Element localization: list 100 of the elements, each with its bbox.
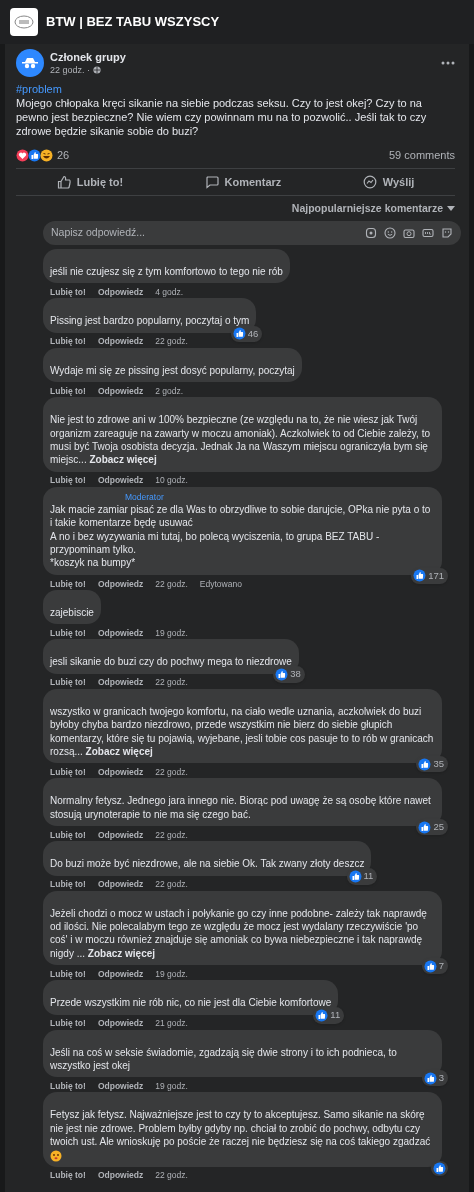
reaction-badge: 11 xyxy=(313,1007,345,1024)
like-link[interactable]: Lubię to! xyxy=(50,676,86,690)
speech-bubble-icon xyxy=(204,175,219,189)
hashtag-link[interactable]: #problem xyxy=(16,82,455,96)
comment-text: Jeśli na coś w seksie świadomie, zgadzają się dwie strony i to ich podnieca, to wszystko jest okej xyxy=(50,1045,398,1073)
like-link[interactable]: Lubię to! xyxy=(50,626,86,640)
reply-link[interactable]: Odpowiedz xyxy=(97,577,144,591)
thumbs-up-icon xyxy=(232,327,246,341)
reaction-badge: 7 xyxy=(421,957,448,975)
comment-time: 22 godz. xyxy=(155,878,188,891)
author-name[interactable]: Członek grupy xyxy=(50,49,126,64)
emblem-icon xyxy=(14,15,34,29)
action-button[interactable]: Komentarz xyxy=(196,173,290,191)
action-button[interactable]: Lubię to! xyxy=(48,173,132,191)
edited-label: Edytowano xyxy=(199,577,242,591)
post-time[interactable]: 22 godz. · xyxy=(50,63,91,76)
comment-time: 4 godz. xyxy=(155,286,184,299)
like-link[interactable]: Lubię to! xyxy=(50,286,86,299)
see-more-link[interactable]: Zobacz więcej xyxy=(85,745,153,757)
comment-count[interactable]: 59 comments xyxy=(388,146,455,164)
reply-field[interactable]: Napisz odpowiedź... xyxy=(43,221,461,245)
comment-text: wszystko w granicach twojego komfortu, na ciało wedle uznania, aczkolwiek do buzi byłoby chyba bardzo niezdrowo, przede wszystkim nie bierz do siebie głupich komentarzy, które się tu pojawią, wyjebane, jesli tobie cos pasuje to to rób w granicach rozsą... Zobacz więcej xyxy=(50,704,435,759)
like-link[interactable]: Lubię to! xyxy=(50,1017,86,1030)
thumbs-up-icon xyxy=(275,668,289,682)
reaction-badge: 38 xyxy=(273,666,305,683)
reaction-badge: 25 xyxy=(416,818,448,836)
thumbs-up-icon xyxy=(418,757,432,771)
sort-dropdown[interactable]: Najpopularniejsze komentarze xyxy=(291,200,455,217)
reply-link[interactable]: Odpowiedz xyxy=(97,286,144,299)
laughing-face-icon xyxy=(40,148,53,162)
incognito-icon xyxy=(22,56,38,69)
like-link[interactable]: Lubię to! xyxy=(50,967,86,981)
comment-time: 22 godz. xyxy=(155,335,188,349)
like-link[interactable]: Lubię to! xyxy=(50,1169,86,1182)
reply-link[interactable]: Odpowiedz xyxy=(97,828,144,842)
comment-time: 22 godz. xyxy=(155,676,188,690)
comment-text: Do buzi może być niezdrowe, ale na siebie Ok. Tak zwany złoty deszcz xyxy=(50,857,365,871)
like-link[interactable]: Lubię to! xyxy=(50,878,86,891)
reaction-badge: 11 xyxy=(346,868,378,885)
avatar-sticker-icon xyxy=(365,227,377,239)
reaction-count[interactable]: 26 xyxy=(57,146,70,164)
reply-link[interactable]: Odpowiedz xyxy=(97,765,144,779)
comment-time: 22 godz. xyxy=(155,828,188,842)
reply-link[interactable]: Odpowiedz xyxy=(97,1017,144,1030)
comment-time: 2 godz. xyxy=(155,384,184,398)
reply-link[interactable]: Odpowiedz xyxy=(97,1080,144,1093)
reply-link[interactable]: Odpowiedz xyxy=(97,384,144,398)
more-icon xyxy=(441,60,455,65)
smiley-icon xyxy=(384,227,396,239)
see-more-link[interactable]: Zobacz więcej xyxy=(89,454,157,466)
comment-text: Przede wszystkim nie rób nic, co nie jest dla Ciebie komfortowe xyxy=(50,996,332,1010)
see-more-link[interactable]: Zobacz więcej xyxy=(87,947,156,959)
thumbs-up-icon xyxy=(418,820,432,834)
comment-time: 19 godz. xyxy=(155,967,188,981)
group-name[interactable]: BTW | BEZ TABU WSZYSCY xyxy=(46,12,220,32)
like-link[interactable]: Lubię to! xyxy=(50,1080,86,1093)
like-link[interactable]: Lubię to! xyxy=(50,474,86,488)
post-text: Mojego chłopaka kręci sikanie na siebie podczas seksu. Czy to jest okej? Czy to na pewno jest bezpieczne? Nie wiem czy powinnam mu na to pozwolić.. Jeśli tak to czy zdrowe będzie sikanie sobie do buzi? xyxy=(16,96,428,138)
thumbs-up-icon xyxy=(423,1071,437,1085)
reply-link[interactable]: Odpowiedz xyxy=(97,626,144,640)
thumbs-up-icon xyxy=(56,175,71,189)
comment-text: zajebiscie xyxy=(50,605,94,620)
like-link[interactable]: Lubię to! xyxy=(50,828,86,842)
comment-time: 22 godz. xyxy=(155,1169,188,1182)
like-link[interactable]: Lubię to! xyxy=(50,577,86,591)
action-button[interactable]: Wyślij xyxy=(354,173,423,191)
reaction-badge: 171 xyxy=(411,567,448,584)
reply-input[interactable]: Napisz odpowiedź... xyxy=(51,225,365,241)
messenger-icon xyxy=(362,175,377,189)
comment-time: 19 godz. xyxy=(155,626,188,640)
reaction-badge: 46 xyxy=(230,325,263,342)
camera-icon xyxy=(403,227,415,239)
comment-time: 22 godz. xyxy=(155,765,188,779)
like-link[interactable]: Lubię to! xyxy=(50,384,86,398)
gif-icon xyxy=(422,227,434,239)
reply-link[interactable]: Odpowiedz xyxy=(97,1169,144,1182)
comment-text: jeśli nie czujesz się z tym komfortowo to tego nie rób xyxy=(50,265,283,279)
reply-link[interactable]: Odpowiedz xyxy=(97,335,144,349)
thumbs-up-icon xyxy=(423,959,437,973)
sticker-icon xyxy=(441,227,453,239)
reply-link[interactable]: Odpowiedz xyxy=(97,474,144,488)
like-link[interactable]: Lubię to! xyxy=(50,335,86,349)
group-logo[interactable] xyxy=(10,8,38,36)
thumbs-up-icon xyxy=(348,869,362,883)
reply-link[interactable]: Odpowiedz xyxy=(97,967,144,981)
comment-time: 19 godz. xyxy=(155,1080,188,1093)
comment-time: 22 godz. xyxy=(155,577,188,591)
like-link[interactable]: Lubię to! xyxy=(50,765,86,779)
comment-time: 21 godz. xyxy=(155,1017,188,1030)
comment-text: Fetysz jak fetysz. Najważniejsze jest to czy ty to akceptujesz. Samo sikanie na skórę nie jest nie zdrowe. Problem byłby gdyby np. chciał to zrobić do pochwy, odbytu czy twoich ust. Ale wnioskuję po poście że raczej nie będziesz się na coś takiego zgadzać xyxy=(50,1108,432,1149)
thumbs-up-icon xyxy=(315,1008,329,1022)
comment-text: jesli sikanie do buzi czy do pochwy mega to niezdrowe xyxy=(50,655,292,669)
comment-text: Jak macie zamiar pisać ze dla Was to obrzydliwe to sobie darujcie, OPka nie pyta o to i takie komentarze będę usuwać A no i bez wyzywania mi tutaj, bo polecą wyciszenia, to grupa BEZ TABU - przypominam tylko. *koszyk na bumpy* xyxy=(50,502,432,570)
comment-text: Nie jest to zdrowe ani w 100% bezpieczne (ze względu na to, że nie wiesz jak Twój organizm zareaguje na zawarty w moczu amoniak). Aczkolwiek to od Ciebie zależy, to musi być Twoja osobista decyzja. Jednak Ja na Waszym miejscu ograniczyła bym się miejsc... Zobacz więcej xyxy=(50,413,431,467)
comment-time: 10 godz. xyxy=(155,474,188,488)
reply-link[interactable]: Odpowiedz xyxy=(97,676,144,690)
comment-text: Wydaje mi się ze pissing jest dosyć popularny, poczytaj xyxy=(50,363,295,378)
moderator-label: Moderator xyxy=(125,491,165,503)
reply-link[interactable]: Odpowiedz xyxy=(97,878,144,891)
globe-icon xyxy=(93,65,102,74)
